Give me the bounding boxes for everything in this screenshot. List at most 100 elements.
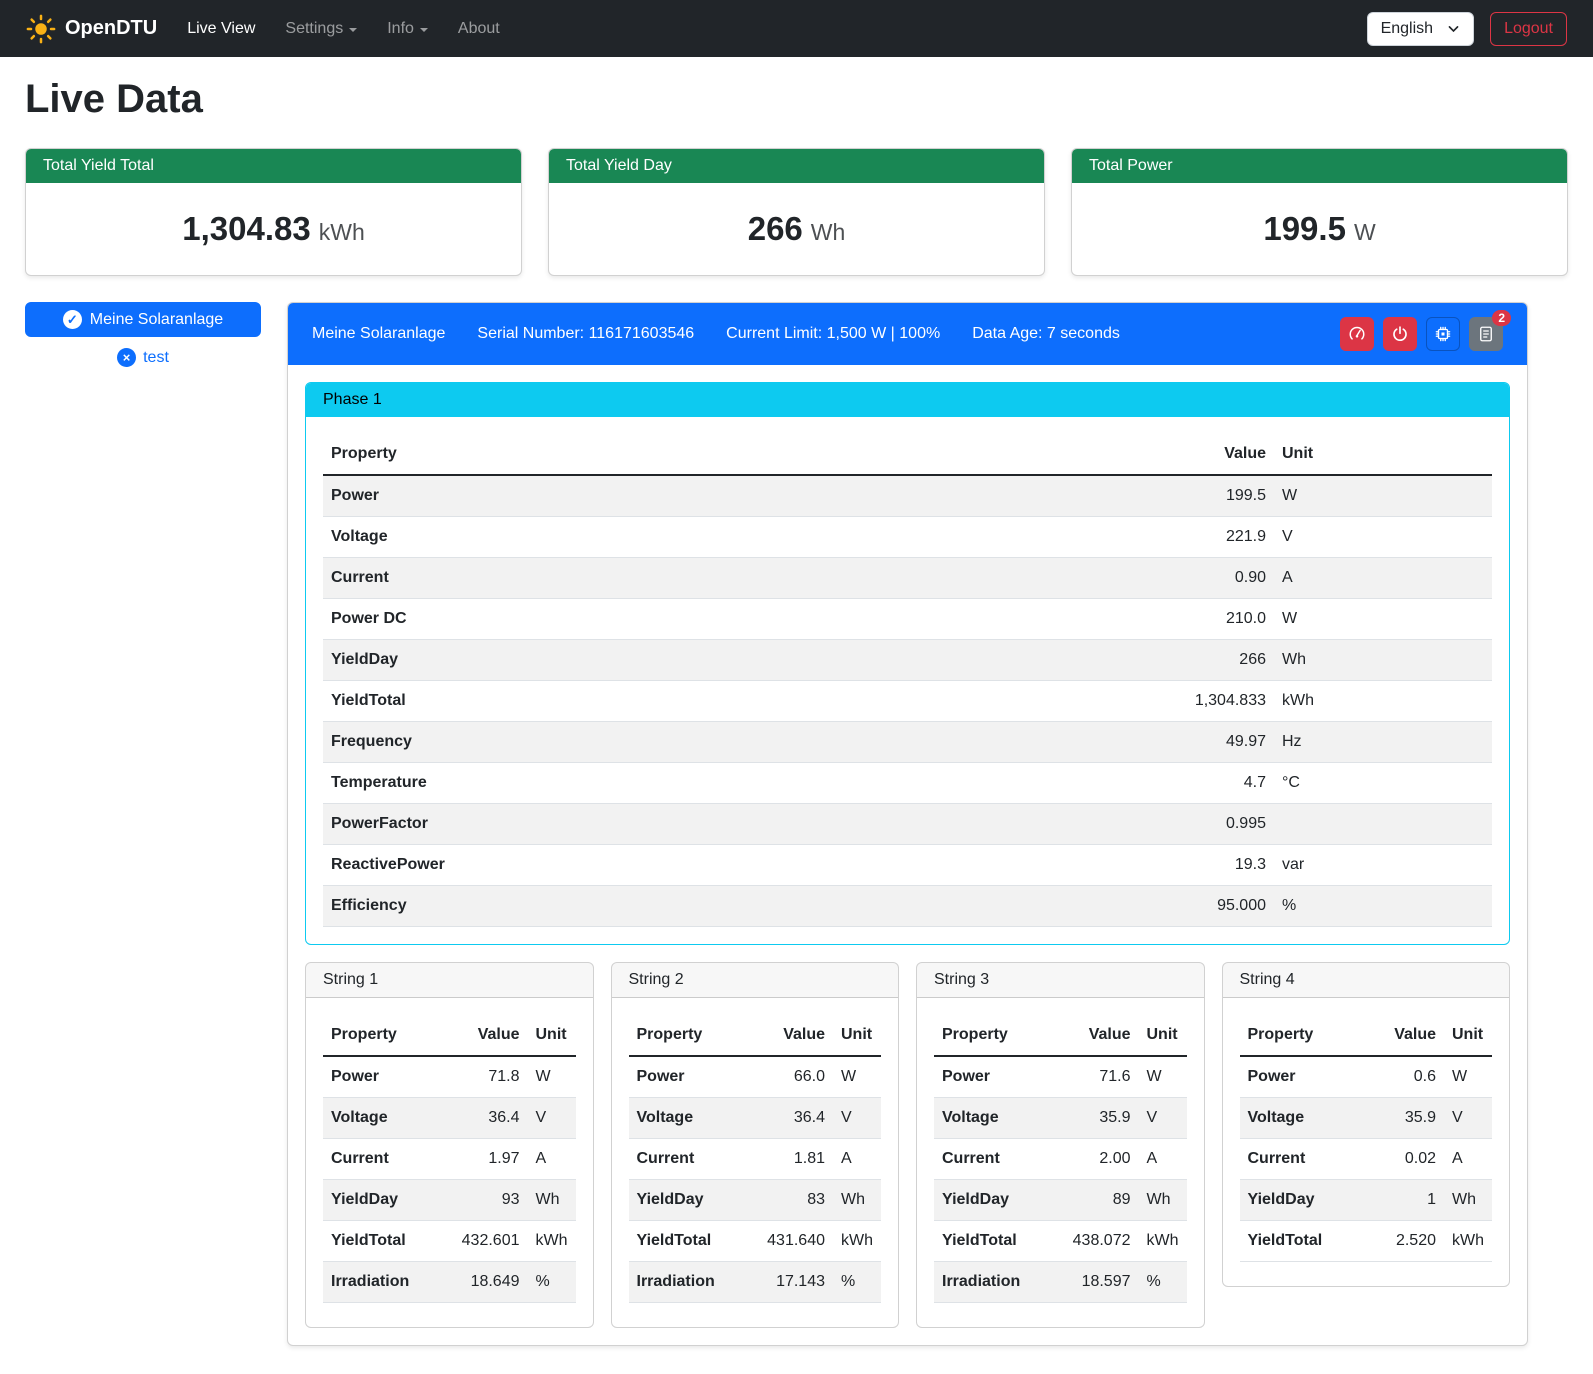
property-cell: Power [629, 1056, 758, 1098]
table-row: YieldDay93Wh [323, 1180, 576, 1221]
check-circle-icon: ✓ [63, 310, 82, 329]
table-row: Irradiation17.143% [629, 1262, 882, 1303]
string-title: String 3 [917, 963, 1204, 998]
value-cell: 4.7 [1134, 763, 1274, 804]
unit-cell: Wh [528, 1180, 576, 1221]
card-unit: Wh [811, 219, 846, 245]
property-cell: Irradiation [629, 1262, 758, 1303]
property-cell: YieldTotal [934, 1221, 1063, 1262]
value-cell: 83 [757, 1180, 833, 1221]
inverter-item-label: test [143, 349, 169, 367]
table-row: Power0.6W [1240, 1056, 1493, 1098]
property-cell: YieldDay [629, 1180, 758, 1221]
table-row: Power DC210.0W [323, 599, 1492, 640]
inverter-button-test[interactable]: × test [25, 348, 261, 367]
language-value: English [1381, 20, 1433, 38]
string-4-card: String 4 Property Value Unit [1222, 962, 1511, 1287]
string-1-table: Property Value Unit Power71.8WVoltage36.… [323, 1015, 576, 1303]
property-cell: Current [323, 1139, 452, 1180]
property-cell: Power [934, 1056, 1063, 1098]
column-header-unit: Unit [833, 1015, 881, 1056]
table-row: Voltage35.9V [934, 1098, 1187, 1139]
language-select[interactable]: English [1367, 12, 1474, 46]
table-row: YieldDay1Wh [1240, 1180, 1493, 1221]
table-row: Temperature4.7°C [323, 763, 1492, 804]
property-cell: YieldDay [1240, 1180, 1369, 1221]
table-header-row: Property Value Unit [323, 1015, 576, 1056]
serial-number: Serial Number: 116171603546 [477, 325, 694, 343]
property-cell: Voltage [629, 1098, 758, 1139]
power-toggle-button[interactable] [1383, 317, 1417, 351]
value-cell: 18.649 [452, 1262, 528, 1303]
card-unit: kWh [319, 219, 365, 245]
inverter-list: ✓ Meine Solaranlage × test [25, 302, 261, 367]
table-row: Current1.81A [629, 1139, 882, 1180]
device-info-button[interactable] [1426, 317, 1460, 351]
property-cell: Current [323, 558, 1134, 599]
x-circle-icon: × [117, 348, 136, 367]
unit-cell: A [528, 1139, 576, 1180]
logout-button[interactable]: Logout [1490, 12, 1567, 46]
string-4-table: Property Value Unit Power0.6WVoltage35.9… [1240, 1015, 1493, 1262]
caret-down-icon [420, 28, 428, 32]
limit-settings-button[interactable] [1340, 317, 1374, 351]
table-row: Power71.8W [323, 1056, 576, 1098]
column-header-value: Value [1134, 434, 1274, 475]
nav-live-view[interactable]: Live View [187, 20, 255, 38]
value-cell: 36.4 [757, 1098, 833, 1139]
table-row: Power71.6W [934, 1056, 1187, 1098]
unit-cell: A [833, 1139, 881, 1180]
property-cell: YieldTotal [323, 1221, 452, 1262]
table-row: Power66.0W [629, 1056, 882, 1098]
nav-about[interactable]: About [458, 20, 500, 38]
brand[interactable]: OpenDTU [26, 14, 157, 44]
value-cell: 1 [1368, 1180, 1444, 1221]
unit-cell: Wh [1444, 1180, 1492, 1221]
unit-cell: A [1444, 1139, 1492, 1180]
nav-info[interactable]: Info [387, 20, 428, 38]
brand-label: OpenDTU [65, 17, 157, 40]
unit-cell: V [1139, 1098, 1187, 1139]
value-cell: 266 [1134, 640, 1274, 681]
value-cell: 1.97 [452, 1139, 528, 1180]
phase-table: Property Value Unit Power199.5WVoltage22… [323, 434, 1492, 927]
table-row: YieldTotal432.601kWh [323, 1221, 576, 1262]
table-row: Frequency49.97Hz [323, 722, 1492, 763]
nav-settings[interactable]: Settings [285, 20, 357, 38]
property-cell: YieldTotal [629, 1221, 758, 1262]
table-row: Voltage35.9V [1240, 1098, 1493, 1139]
unit-cell: Wh [1274, 640, 1492, 681]
table-row: Voltage221.9V [323, 517, 1492, 558]
value-cell: 0.6 [1368, 1056, 1444, 1098]
value-cell: 210.0 [1134, 599, 1274, 640]
table-row: ReactivePower19.3var [323, 845, 1492, 886]
unit-cell: V [528, 1098, 576, 1139]
unit-cell: V [1274, 517, 1492, 558]
table-row: YieldTotal431.640kWh [629, 1221, 882, 1262]
nav-settings-label: Settings [285, 20, 343, 38]
unit-cell: Wh [1139, 1180, 1187, 1221]
property-cell: ReactivePower [323, 845, 1134, 886]
value-cell: 0.02 [1368, 1139, 1444, 1180]
nav-info-label: Info [387, 20, 414, 38]
value-cell: 66.0 [757, 1056, 833, 1098]
property-cell: Current [629, 1139, 758, 1180]
property-cell: Voltage [934, 1098, 1063, 1139]
table-header-row: Property Value Unit [323, 434, 1492, 475]
property-cell: Irradiation [323, 1262, 452, 1303]
property-cell: Power [323, 475, 1134, 517]
table-header-row: Property Value Unit [934, 1015, 1187, 1056]
value-cell: 93 [452, 1180, 528, 1221]
sun-icon [26, 14, 56, 44]
property-cell: Efficiency [323, 886, 1134, 927]
value-cell: 95.000 [1134, 886, 1274, 927]
event-log-button[interactable]: 2 [1469, 317, 1503, 351]
unit-cell: kWh [1444, 1221, 1492, 1262]
value-cell: 35.9 [1368, 1098, 1444, 1139]
property-cell: Power DC [323, 599, 1134, 640]
unit-cell: V [833, 1098, 881, 1139]
property-cell: YieldDay [323, 1180, 452, 1221]
unit-cell: Hz [1274, 722, 1492, 763]
inverter-button-active[interactable]: ✓ Meine Solaranlage [25, 302, 261, 337]
unit-cell: % [1139, 1262, 1187, 1303]
